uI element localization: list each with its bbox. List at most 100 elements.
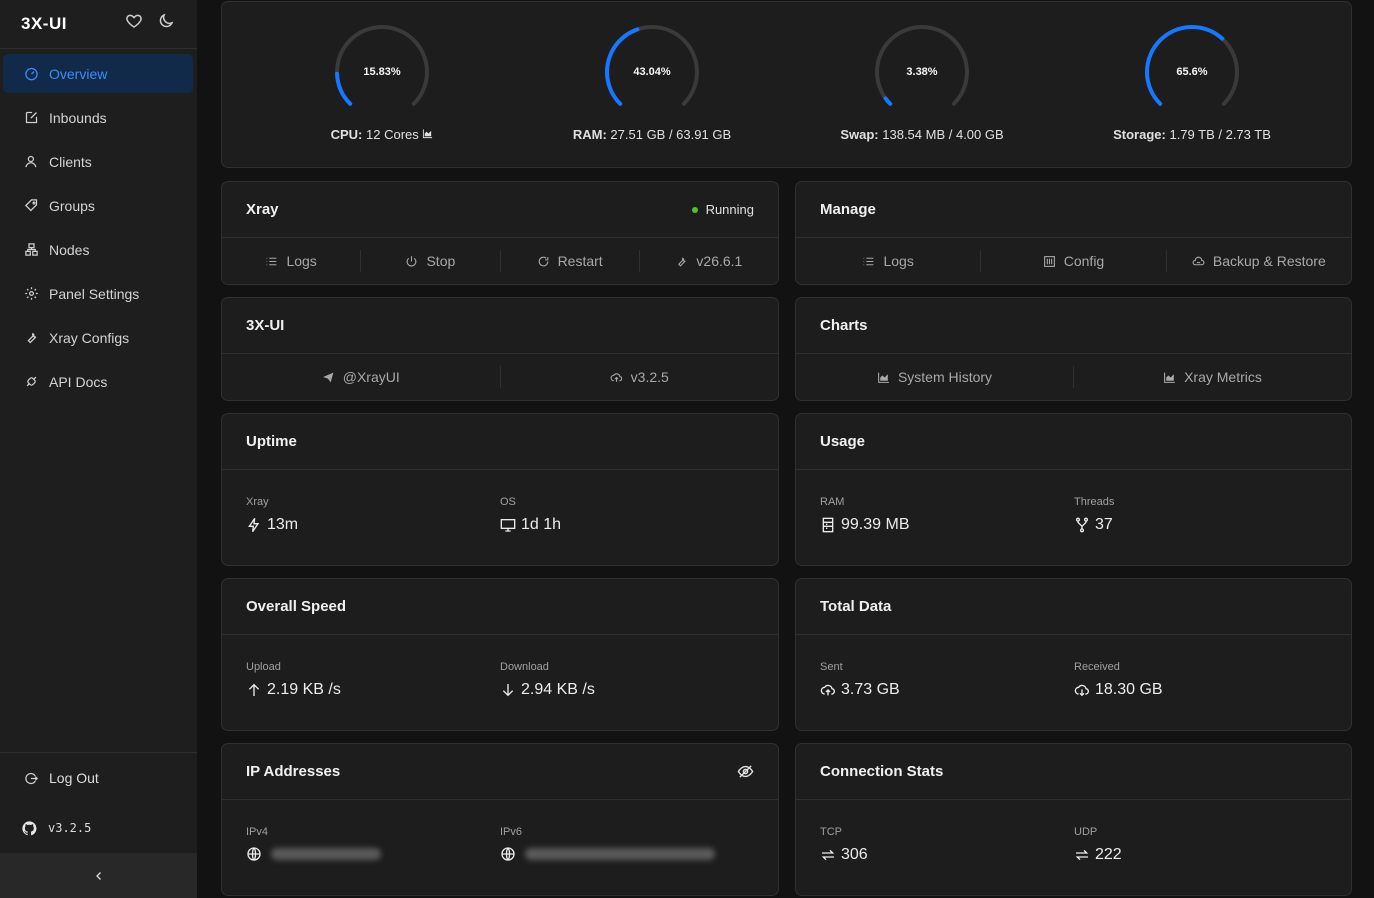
ipv4-address: IPv4 — [246, 826, 381, 862]
dashboard-icon — [25, 67, 38, 81]
xray-version-button[interactable]: v26.6.1 — [640, 250, 778, 272]
gauge-percent: 65.6% — [1176, 66, 1208, 78]
sidebar-item-label: Nodes — [49, 241, 90, 258]
panel-actions: @XrayUI v3.2.5 — [222, 354, 778, 400]
stat-label: Xray — [246, 496, 269, 508]
stat-value: 2.19 KB /s — [267, 681, 341, 698]
xray-card-header: Xray Running — [222, 182, 778, 238]
logout-label: Log Out — [49, 770, 99, 786]
gear-icon — [25, 287, 38, 300]
action-label: Logs — [883, 253, 914, 269]
brand: 3X-UI — [0, 0, 197, 49]
cpu-label: CPU: 12 Cores — [252, 127, 512, 142]
panel-version-button[interactable]: v3.2.5 — [501, 366, 779, 388]
cloud-download-icon — [1074, 684, 1090, 697]
stat-label: TCP — [820, 826, 842, 838]
xray-status: Running — [691, 202, 754, 217]
xray-actions: Logs Stop Restart v26.6.1 — [222, 238, 778, 284]
gauge-percent: 15.83% — [363, 66, 401, 78]
usage-card-header: Usage — [796, 414, 1351, 470]
ip-addresses-card: IP Addresses IPv4 IPv6 — [221, 743, 779, 896]
sidebar-item-label: Overview — [49, 65, 108, 82]
github-icon — [22, 820, 37, 835]
stat-label: IPv6 — [500, 826, 523, 838]
swap-icon — [821, 849, 835, 861]
action-label: Restart — [557, 253, 603, 269]
sidebar-item-clients[interactable]: Clients — [3, 142, 193, 181]
chart-icon[interactable] — [422, 128, 433, 139]
sidebar-item-label: Clients — [49, 153, 92, 170]
status-dot — [691, 206, 698, 213]
sidebar-item-api-docs[interactable]: API Docs — [3, 362, 193, 401]
blurred-ip-value — [525, 848, 715, 860]
logout-button[interactable]: Log Out — [0, 753, 197, 803]
stat-label: IPv4 — [246, 826, 269, 838]
logout-icon — [25, 772, 39, 784]
sidebar-item-overview[interactable]: Overview — [3, 54, 193, 93]
panel-card: 3X-UI @XrayUI v3.2.5 — [221, 297, 779, 401]
app-title: 3X-UI — [21, 14, 67, 33]
card-title: IP Addresses — [246, 763, 341, 780]
api-icon — [26, 376, 37, 387]
action-label: Logs — [286, 253, 317, 269]
sidebar-item-label: Groups — [49, 197, 95, 214]
github-version-link[interactable]: v3.2.5 — [0, 803, 197, 853]
manage-backup-button[interactable]: Backup & Restore — [1167, 250, 1351, 272]
storage-label: Storage: 1.79 TB / 2.73 TB — [1062, 127, 1322, 142]
arrow-up-icon — [248, 683, 260, 696]
gauge-label-key: Swap: — [840, 127, 879, 142]
total-data-card: Total Data Sent 3.73 GB Received 18.30 G… — [795, 578, 1352, 731]
panel-card-header: 3X-UI — [222, 298, 778, 354]
action-label: Xray Metrics — [1184, 369, 1262, 385]
sidebar-item-panel-settings[interactable]: Panel Settings — [3, 274, 193, 313]
tool-icon — [678, 257, 687, 267]
system-history-button[interactable]: System History — [796, 366, 1074, 388]
received-total: Received 18.30 GB — [1074, 661, 1163, 699]
usage-card: Usage RAM 99.39 MB Threads 37 — [795, 413, 1352, 566]
charts-card: Charts System History Xray Metrics — [795, 297, 1352, 401]
tool-icon — [27, 332, 37, 344]
sidebar-item-xray-configs[interactable]: Xray Configs — [3, 318, 193, 357]
card-title: Total Data — [820, 598, 892, 615]
sidebar-item-nodes[interactable]: Nodes — [3, 230, 193, 269]
collapse-sidebar-button[interactable] — [0, 853, 197, 898]
tag-icon — [24, 199, 38, 212]
manage-config-button[interactable]: Config — [981, 250, 1167, 272]
moon-icon[interactable] — [157, 12, 175, 30]
sidebar-item-inbounds[interactable]: Inbounds — [3, 98, 193, 137]
sidebar-item-groups[interactable]: Groups — [3, 186, 193, 225]
gauge-label-key: RAM: — [572, 127, 607, 142]
gauge-label-value: 27.51 GB / 63.91 GB — [610, 127, 732, 142]
charts-actions: System History Xray Metrics — [796, 354, 1351, 400]
system-gauges-card: 15.83% CPU: 12 Cores 43.04% RAM: 27.51 G… — [221, 1, 1352, 168]
card-title: Manage — [820, 201, 876, 218]
cpu-gauge: 15.83% — [334, 24, 430, 120]
stat-label: RAM — [820, 496, 845, 508]
blurred-ip-value — [271, 848, 381, 860]
download-speed: Download 2.94 KB /s — [500, 661, 595, 699]
database-icon — [822, 517, 834, 533]
xray-stop-button[interactable]: Stop — [361, 250, 501, 272]
eye-invisible-icon[interactable] — [737, 763, 754, 780]
control-icon — [1043, 255, 1055, 267]
reload-icon — [538, 256, 548, 266]
heart-icon[interactable] — [125, 12, 143, 30]
xray-restart-button[interactable]: Restart — [501, 250, 640, 272]
xray-metrics-button[interactable]: Xray Metrics — [1074, 366, 1351, 388]
gauge-label-value: 138.54 MB / 4.00 GB — [882, 127, 1004, 142]
stat-value: 306 — [841, 846, 868, 863]
gauge-label-key: CPU: — [330, 127, 363, 142]
speed-card-header: Overall Speed — [222, 579, 778, 635]
connection-stats-card: Connection Stats TCP 306 UDP 222 — [795, 743, 1352, 896]
os-uptime: OS 1d 1h — [500, 496, 561, 534]
udp-connections: UDP 222 — [1074, 826, 1122, 864]
tcp-connections: TCP 306 — [820, 826, 868, 864]
manage-card: Manage Logs Config Backup & Restore — [795, 181, 1352, 285]
stat-label: Sent — [820, 661, 843, 673]
stat-label: Threads — [1074, 496, 1115, 508]
telegram-link[interactable]: @XrayUI — [222, 366, 501, 388]
stat-value: 13m — [267, 516, 299, 533]
action-label: System History — [897, 369, 993, 385]
manage-logs-button[interactable]: Logs — [796, 250, 982, 272]
xray-logs-button[interactable]: Logs — [222, 250, 362, 272]
